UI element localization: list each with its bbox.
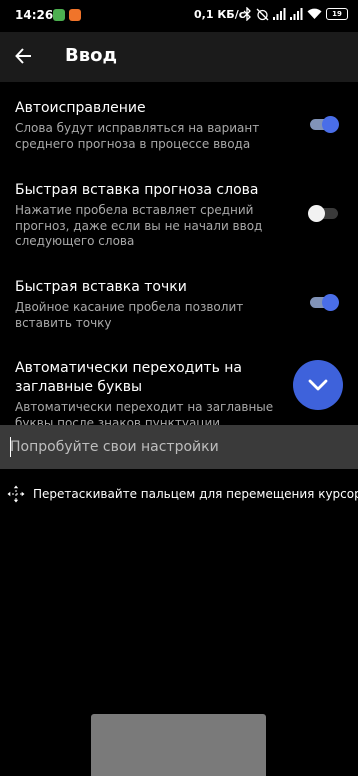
quick-prediction-toggle[interactable] xyxy=(308,203,340,223)
setting-title: Быстрая вставка точки xyxy=(15,279,187,295)
setting-autocorrect[interactable]: Автоисправление Слова будут исправляться… xyxy=(15,99,290,152)
status-bar: 14:26 0,1 КБ/с 19 xyxy=(0,0,358,32)
test-settings-input[interactable] xyxy=(10,433,340,461)
chevron-down-icon xyxy=(308,379,328,391)
bluetooth-icon xyxy=(243,7,251,21)
move-arrows-icon xyxy=(7,485,25,503)
setting-description: Слова будут исправляться на вариант сред… xyxy=(15,121,260,151)
battery-icon: 19 xyxy=(326,8,348,20)
setting-title: Быстрая вставка прогноза слова xyxy=(15,182,259,198)
autocorrect-toggle[interactable] xyxy=(308,114,340,134)
status-time: 14:26 xyxy=(15,8,54,22)
setting-description: Двойное касание пробела позволит вставит… xyxy=(15,300,244,330)
signal-icon xyxy=(273,8,286,20)
cursor-trackpad[interactable] xyxy=(91,714,266,776)
setting-auto-capitalize[interactable]: Автоматически переходить на заглавные бу… xyxy=(15,359,285,425)
app-notification-icon xyxy=(53,9,65,21)
cursor-hint-text: Перетаскивайте пальцем для перемещения к… xyxy=(33,487,358,501)
app-bar: Ввод xyxy=(0,32,358,82)
text-cursor xyxy=(10,437,11,457)
quick-period-toggle[interactable] xyxy=(308,292,340,312)
page-title: Ввод xyxy=(65,45,118,66)
scroll-down-button[interactable] xyxy=(293,360,343,410)
cursor-hint: Перетаскивайте пальцем для перемещения к… xyxy=(7,485,358,503)
setting-description: Автоматически переходит на заглавные бук… xyxy=(15,400,274,425)
alarm-off-icon xyxy=(256,8,269,20)
setting-quick-prediction[interactable]: Быстрая вставка прогноза слова Нажатие п… xyxy=(15,181,290,250)
setting-title: Автоматически переходить на заглавные бу… xyxy=(15,360,243,395)
test-input-bar xyxy=(0,425,358,469)
setting-description: Нажатие пробела вставляет средний прогно… xyxy=(15,203,263,248)
signal-icon xyxy=(290,8,303,20)
app-notification-icon xyxy=(69,9,81,21)
arrow-left-icon[interactable] xyxy=(14,46,34,66)
network-speed: 0,1 КБ/с xyxy=(194,8,246,21)
setting-quick-period[interactable]: Быстрая вставка точки Двойное касание пр… xyxy=(15,278,290,331)
wifi-icon xyxy=(307,8,322,19)
setting-title: Автоисправление xyxy=(15,100,146,116)
